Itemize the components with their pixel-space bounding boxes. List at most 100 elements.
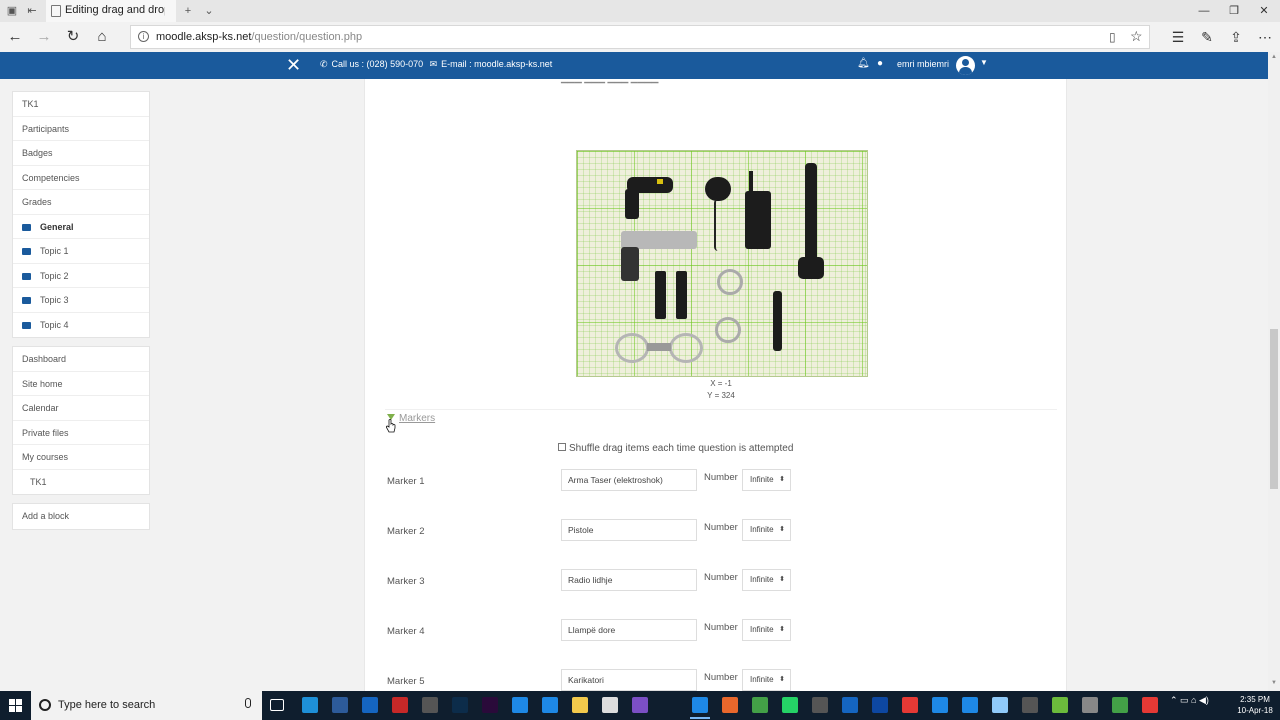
sidebar-item-competencies[interactable]: Competencies [13, 166, 149, 190]
teamviewer-icon[interactable] [962, 697, 978, 713]
marker-text-input[interactable]: Arma Taser (elektroshok) [561, 469, 697, 491]
marker-text-input[interactable]: Karikatori [561, 669, 697, 691]
restore-icon[interactable]: ❐ [1226, 3, 1242, 19]
scroll-down-icon[interactable]: ▼ [1270, 680, 1278, 686]
share-icon[interactable]: ⇪ [1227, 28, 1245, 46]
forward-arrow-icon[interactable]: → [35, 28, 53, 46]
page-icon [51, 5, 61, 17]
clock-time: 2:35 PM [1240, 695, 1270, 704]
user-menu-caret-icon[interactable]: ▼ [980, 58, 988, 67]
sidebar-item-my-courses[interactable]: My courses [13, 445, 149, 470]
back-arrow-icon[interactable]: ← [6, 28, 24, 46]
tab-manager-icon[interactable]: ▣ [4, 3, 20, 19]
number-select[interactable]: Infinite ⬍ [742, 569, 791, 591]
app-red3-icon[interactable] [1142, 697, 1158, 713]
task-view-icon[interactable] [270, 699, 284, 711]
sidebar-item-topic-3[interactable]: Topic 3 [13, 288, 149, 313]
more-menu-icon[interactable]: ⋯ [1256, 28, 1274, 46]
browser-tab[interactable]: Editing drag and drop m [46, 0, 176, 22]
close-drawer-icon[interactable]: ✕ [286, 55, 301, 75]
whatsapp-icon[interactable] [782, 697, 798, 713]
network-tool-icon[interactable] [812, 697, 828, 713]
sidebar-item-badges[interactable]: Badges [13, 141, 149, 166]
mail-icon[interactable] [602, 697, 618, 713]
sidebar-item-tk1[interactable]: TK1 [13, 470, 149, 495]
notifications-bell-icon[interactable]: 🔔︎ [857, 58, 870, 69]
number-select-value: Infinite [750, 625, 774, 634]
messenger-icon[interactable] [512, 697, 528, 713]
baton-object [773, 291, 782, 351]
sidebar-item-participants[interactable]: Participants [13, 117, 149, 141]
home-icon[interactable]: ⌂ [93, 28, 111, 46]
web-note-icon[interactable]: ✎ [1198, 28, 1216, 46]
sidebar-item-dashboard[interactable]: Dashboard [13, 347, 149, 372]
favorites-hub-icon[interactable]: ☰ [1169, 28, 1187, 46]
marker-text-input[interactable]: Radio lidhje [561, 569, 697, 591]
sidebar-item-topic-4[interactable]: Topic 4 [13, 313, 149, 338]
camtasia-icon[interactable] [1112, 697, 1128, 713]
powershell-icon[interactable] [332, 697, 348, 713]
refresh-icon[interactable]: ↻ [64, 28, 82, 46]
calculator-icon[interactable] [1022, 697, 1038, 713]
number-select[interactable]: Infinite ⬍ [742, 469, 791, 491]
number-select[interactable]: Infinite ⬍ [742, 669, 791, 691]
sidebar-item-topic-1[interactable]: Topic 1 [13, 239, 149, 264]
sidebar-item-private-files[interactable]: Private files [13, 421, 149, 445]
shuffle-option[interactable]: Shuffle drag items each time question is… [558, 443, 793, 454]
shuffle-checkbox[interactable] [558, 443, 566, 451]
user-name[interactable]: emri mbiemri [897, 59, 949, 69]
tab-back-icon[interactable]: ⇤ [24, 3, 40, 19]
windows-start-icon[interactable] [9, 699, 23, 713]
minimize-icon[interactable]: — [1196, 3, 1212, 19]
microphone-icon[interactable] [245, 698, 251, 708]
app-red-icon[interactable] [392, 697, 408, 713]
close-window-icon[interactable]: ✕ [1256, 3, 1272, 19]
favorite-star-icon[interactable]: ☆ [1130, 28, 1143, 45]
drop-background-image[interactable] [576, 150, 868, 377]
tab-list-chevron-icon[interactable]: ⌄ [201, 3, 217, 19]
url-field[interactable]: i moodle.aksp-ks.net/question/question.p… [130, 25, 1150, 49]
edge-icon[interactable] [692, 697, 708, 713]
marker-text-input[interactable]: Llampë dore [561, 619, 697, 641]
sidebar-item-calendar[interactable]: Calendar [13, 396, 149, 421]
sidebar-item-site-home[interactable]: Site home [13, 372, 149, 396]
settings-gear-icon[interactable] [1082, 697, 1098, 713]
chrome-icon[interactable] [752, 697, 768, 713]
tools-icon[interactable] [422, 697, 438, 713]
new-tab-icon[interactable]: + [180, 3, 196, 19]
app-red2-icon[interactable] [902, 697, 918, 713]
app-blue2-icon[interactable] [842, 697, 858, 713]
scrollbar-thumb[interactable] [1270, 329, 1278, 489]
file-explorer-icon[interactable] [572, 697, 588, 713]
snipping-icon[interactable] [872, 697, 888, 713]
outlook-icon[interactable] [362, 697, 378, 713]
number-select[interactable]: Infinite ⬍ [742, 619, 791, 641]
reading-view-icon[interactable]: ▯ [1109, 30, 1116, 44]
paint-icon[interactable] [992, 697, 1008, 713]
system-tray-icons[interactable]: ⌃ ▭ ⌂ ◀︎) [1170, 695, 1209, 706]
number-select[interactable]: Infinite ⬍ [742, 519, 791, 541]
taskbar-clock[interactable]: 2:35 PM 10-Apr-18 [1233, 694, 1277, 716]
avatar[interactable] [956, 56, 975, 75]
sidebar-item-grades[interactable]: Grades [13, 190, 149, 215]
messages-icon[interactable]: ● [877, 58, 883, 69]
markers-section-title[interactable]: Markers [399, 413, 435, 424]
store-icon[interactable] [302, 697, 318, 713]
scroll-up-icon[interactable]: ▲ [1270, 54, 1278, 60]
utorrent-icon[interactable] [1052, 697, 1068, 713]
firefox2-icon[interactable] [932, 697, 948, 713]
app-blue-icon[interactable] [542, 697, 558, 713]
add-block-link[interactable]: Add a block [13, 504, 149, 529]
page-scrollbar[interactable]: ▲ ▼ [1268, 52, 1280, 691]
viber-icon[interactable] [632, 697, 648, 713]
sidebar-item-topic-2[interactable]: Topic 2 [13, 264, 149, 288]
marker-text-input[interactable]: Pistole [561, 519, 697, 541]
photoshop-icon[interactable] [452, 697, 468, 713]
sidebar-item-general[interactable]: General [13, 215, 149, 239]
sidebar-item-tk1[interactable]: TK1 [13, 92, 149, 117]
site-info-icon[interactable]: i [138, 31, 149, 42]
premiere-icon[interactable] [482, 697, 498, 713]
firefox-icon[interactable] [722, 697, 738, 713]
taskbar-search[interactable]: Type here to search [31, 691, 262, 720]
coord-x: X = -1 [710, 379, 732, 388]
